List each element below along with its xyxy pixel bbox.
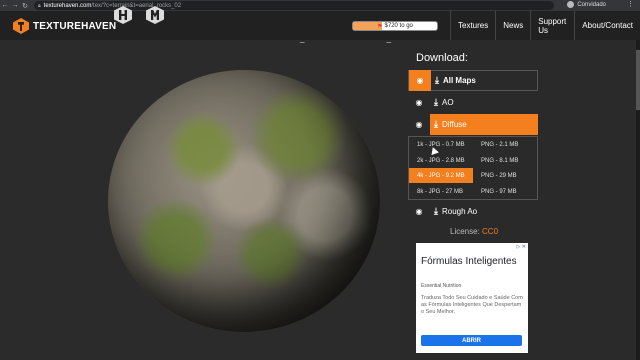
ao-label: AO	[441, 98, 454, 107]
download-diffuse-row: ◉ ⤓ Diffuse	[408, 114, 538, 135]
license-line: License: CC0	[450, 227, 498, 236]
lock-icon: 🔒︎	[38, 2, 41, 9]
texture-title-fragment: _ _	[300, 34, 432, 43]
license-link[interactable]: CC0	[482, 227, 498, 236]
eye-icon[interactable]: ◉	[408, 201, 430, 222]
nav-about-contact[interactable]: About/Contact	[574, 11, 640, 40]
forward-arrow-icon[interactable]: →	[10, 2, 20, 9]
avatar-icon	[567, 1, 575, 8]
ad-advertiser: Essential Nutrition	[421, 283, 462, 289]
option-2k-png[interactable]: PNG - 8.1 MB	[473, 153, 537, 168]
download-icon: ⤓	[434, 206, 438, 216]
license-label: License:	[450, 227, 480, 236]
adchoices-icon[interactable]: ▷ ✕	[517, 244, 526, 250]
eye-icon[interactable]: ◉	[408, 114, 430, 135]
texturehaven-logo-icon	[13, 18, 29, 34]
address-bar[interactable]: 🔒︎ texturehaven.com/tex/?c=terrain&t=aer…	[34, 1, 554, 10]
option-1k-jpg[interactable]: 1k - JPG - 0.7 MB	[409, 137, 473, 152]
download-icon: ⤓	[434, 97, 438, 107]
option-8k-png[interactable]: PNG - 97 MB	[473, 184, 537, 199]
option-8k-jpg[interactable]: 8k - JPG - 27 MB	[409, 184, 473, 199]
diffuse-label: Diffuse	[441, 120, 467, 129]
back-arrow-icon[interactable]: ←	[0, 2, 10, 9]
download-ao-row: ◉ ⤓ AO	[408, 92, 538, 113]
download-icon: ⤓	[435, 75, 439, 85]
nav-textures[interactable]: Textures	[450, 11, 495, 40]
flag-icon: ⚑	[377, 23, 383, 30]
funding-goal-label: $720 to go	[384, 23, 413, 29]
option-2k-jpg[interactable]: 2k - JPG - 2.8 MB	[409, 153, 473, 168]
browser-toolbar: ← → ↻ 🔒︎ texturehaven.com/tex/?c=terrain…	[0, 0, 640, 11]
download-icon: ⤓	[434, 119, 438, 129]
funding-goal-bar[interactable]: ⚑ $720 to go	[352, 21, 438, 31]
url-path: /tex/?c=terrain&t=aerial_rocks_02	[91, 2, 182, 9]
more-vert-icon[interactable]: ⋮	[627, 0, 634, 8]
site-logo[interactable]: TEXTUREHAVEN	[13, 18, 116, 34]
eye-icon[interactable]: ◉	[408, 92, 430, 113]
url-host: texturehaven.com	[43, 2, 92, 9]
option-4k-jpg[interactable]: 4k - JPG - 9.2 MB	[409, 168, 473, 183]
download-all-maps-row: ◉ ⤓ All Maps	[408, 70, 538, 91]
download-rough-ao-button[interactable]: ⤓ Rough Ao	[430, 201, 538, 222]
download-heading: Download:	[416, 52, 468, 64]
diffuse-options-table: 1k - JPG - 0.7 MB PNG - 2.1 MB 2k - JPG …	[408, 136, 538, 200]
profile-label: Convidado	[577, 1, 606, 8]
option-1k-png[interactable]: PNG - 2.1 MB	[473, 137, 537, 152]
download-diffuse-button[interactable]: ⤓ Diffuse	[430, 114, 538, 135]
texture-preview-sphere[interactable]	[108, 70, 380, 332]
page-scrollbar[interactable]	[636, 40, 640, 360]
nav-support-us[interactable]: Support Us	[530, 11, 574, 40]
eye-icon[interactable]: ◉	[409, 70, 431, 91]
advertisement[interactable]: ▷ ✕ Fórmulas Inteligentes Essential Nutr…	[416, 243, 528, 353]
rough-ao-label: Rough Ao	[441, 207, 478, 216]
ad-body: Traduza Todo Seu Cuidado e Saúde Com as …	[421, 295, 523, 315]
all-maps-label: All Maps	[442, 76, 476, 85]
download-all-maps-button[interactable]: ⤓ All Maps	[431, 70, 537, 91]
reload-icon[interactable]: ↻	[20, 2, 30, 10]
logo-text: TEXTUREHAVEN	[33, 20, 117, 32]
nav-news[interactable]: News	[495, 11, 530, 40]
download-rough-ao-row: ◉ ⤓ Rough Ao	[408, 201, 538, 222]
option-4k-png[interactable]: PNG - 29 MB	[473, 168, 537, 183]
profile-button[interactable]: Convidado	[567, 1, 606, 8]
ad-open-button[interactable]: ABRIR	[421, 335, 522, 346]
ad-heading: Fórmulas Inteligentes	[421, 256, 517, 267]
scrollbar-thumb[interactable]	[636, 50, 640, 110]
download-ao-button[interactable]: ⤓ AO	[430, 92, 538, 113]
top-navigation: Textures News Support Us About/Contact	[450, 11, 640, 40]
